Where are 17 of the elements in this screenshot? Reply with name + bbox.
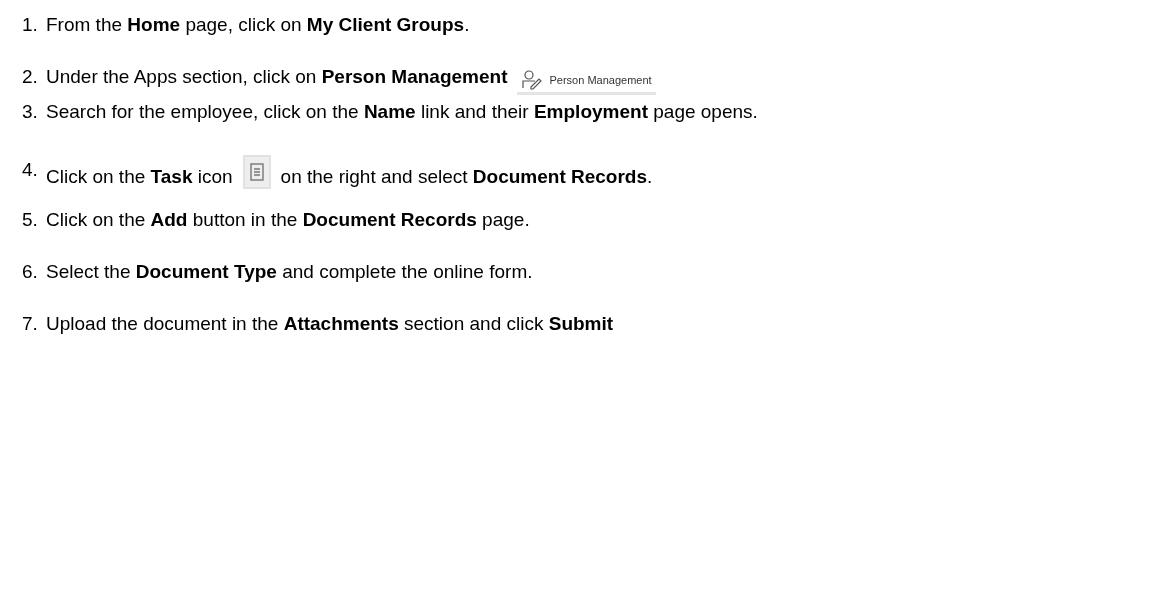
step-text: Click on the Task icon xyxy=(46,165,233,189)
step-text: Select the Document Type and complete the online form. xyxy=(46,260,534,284)
person-edit-icon xyxy=(521,70,544,90)
step-text: Upload the document in the Attachments section and click Submit xyxy=(46,312,615,336)
step-number: 2. xyxy=(22,65,39,89)
step-number: 6. xyxy=(22,260,39,284)
step-text: Search for the employee, click on the Name link and their Employment page opens. xyxy=(46,100,759,124)
step-text: From the Home page, click on My Client Groups. xyxy=(46,13,471,37)
step-text: Click on the Add button in the Document Records page. xyxy=(46,208,531,232)
step-number: 3. xyxy=(22,100,39,124)
step-number: 5. xyxy=(22,208,39,232)
step-text: Under the Apps section, click on Person Management xyxy=(46,65,508,89)
task-icon xyxy=(242,155,271,189)
step-number: 4. xyxy=(22,158,39,182)
step-number: 1. xyxy=(22,13,39,37)
step-number: 7. xyxy=(22,312,39,336)
step-text: on the right and select Document Records. xyxy=(280,165,653,189)
